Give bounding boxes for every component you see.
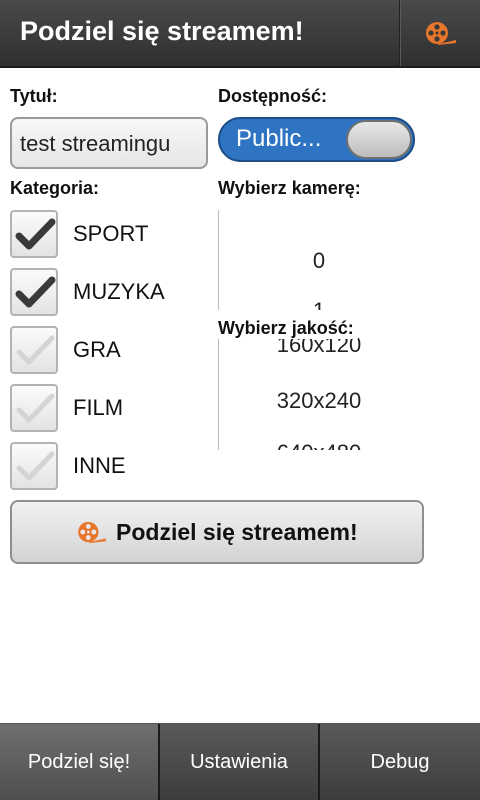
quality-option[interactable]: 320x240 — [219, 388, 418, 414]
action-bar-divider — [399, 0, 401, 66]
category-row-gra[interactable]: GRA — [10, 326, 210, 376]
checkbox-sport[interactable] — [10, 210, 58, 258]
category-label-gra: GRA — [73, 337, 121, 362]
title-label: Tytuł: — [10, 86, 58, 106]
category-label-film: FILM — [73, 395, 124, 420]
category-label: Kategoria: — [10, 178, 100, 198]
availability-value: Public... — [236, 125, 322, 152]
category-label-inne: INNE — [73, 453, 126, 478]
tab-debug[interactable]: Debug — [320, 724, 480, 800]
toggle-knob[interactable] — [346, 120, 412, 159]
checkbox-gra[interactable] — [10, 326, 58, 374]
availability-label: Dostępność: — [218, 86, 328, 106]
check-mark-icon — [16, 451, 55, 481]
app-logo-button[interactable] — [402, 0, 480, 66]
quality-label: Wybierz jakość: — [218, 318, 358, 339]
check-mark-icon — [15, 276, 56, 308]
film-reel-icon — [78, 521, 106, 544]
quality-option[interactable]: 640x480 — [219, 440, 418, 450]
share-stream-button-label: Podziel się streamem! — [116, 519, 358, 545]
camera-option[interactable]: 0 — [219, 248, 418, 274]
checkbox-film[interactable] — [10, 384, 58, 432]
checkbox-inne[interactable] — [10, 442, 58, 490]
title-input[interactable]: test streamingu — [10, 117, 208, 169]
category-row-muzyka[interactable]: MUZYKA — [10, 268, 210, 318]
category-label-muzyka: MUZYKA — [73, 279, 165, 304]
bottom-tab-bar: Podziel się! Ustawienia Debug — [0, 723, 480, 800]
check-mark-icon — [16, 335, 55, 365]
page-title: Podziel się streamem! — [20, 16, 304, 46]
category-row-inne[interactable]: INNE — [10, 442, 210, 492]
category-row-film[interactable]: FILM — [10, 384, 210, 434]
camera-picker[interactable]: 0 1 — [218, 210, 418, 310]
category-label-sport: SPORT — [73, 221, 149, 246]
tab-share[interactable]: Podziel się! — [0, 724, 160, 800]
camera-option[interactable]: 1 — [219, 298, 418, 310]
check-mark-icon — [15, 218, 56, 250]
availability-toggle[interactable]: Public... — [218, 117, 415, 162]
film-reel-icon — [426, 22, 456, 45]
share-stream-button[interactable]: Podziel się streamem! — [10, 500, 424, 564]
camera-label: Wybierz kamerę: — [218, 178, 361, 198]
checkbox-muzyka[interactable] — [10, 268, 58, 316]
action-bar: Podziel się streamem! — [0, 0, 480, 68]
tab-settings[interactable]: Ustawienia — [160, 724, 320, 800]
check-mark-icon — [16, 393, 55, 423]
category-row-sport[interactable]: SPORT — [10, 210, 210, 260]
